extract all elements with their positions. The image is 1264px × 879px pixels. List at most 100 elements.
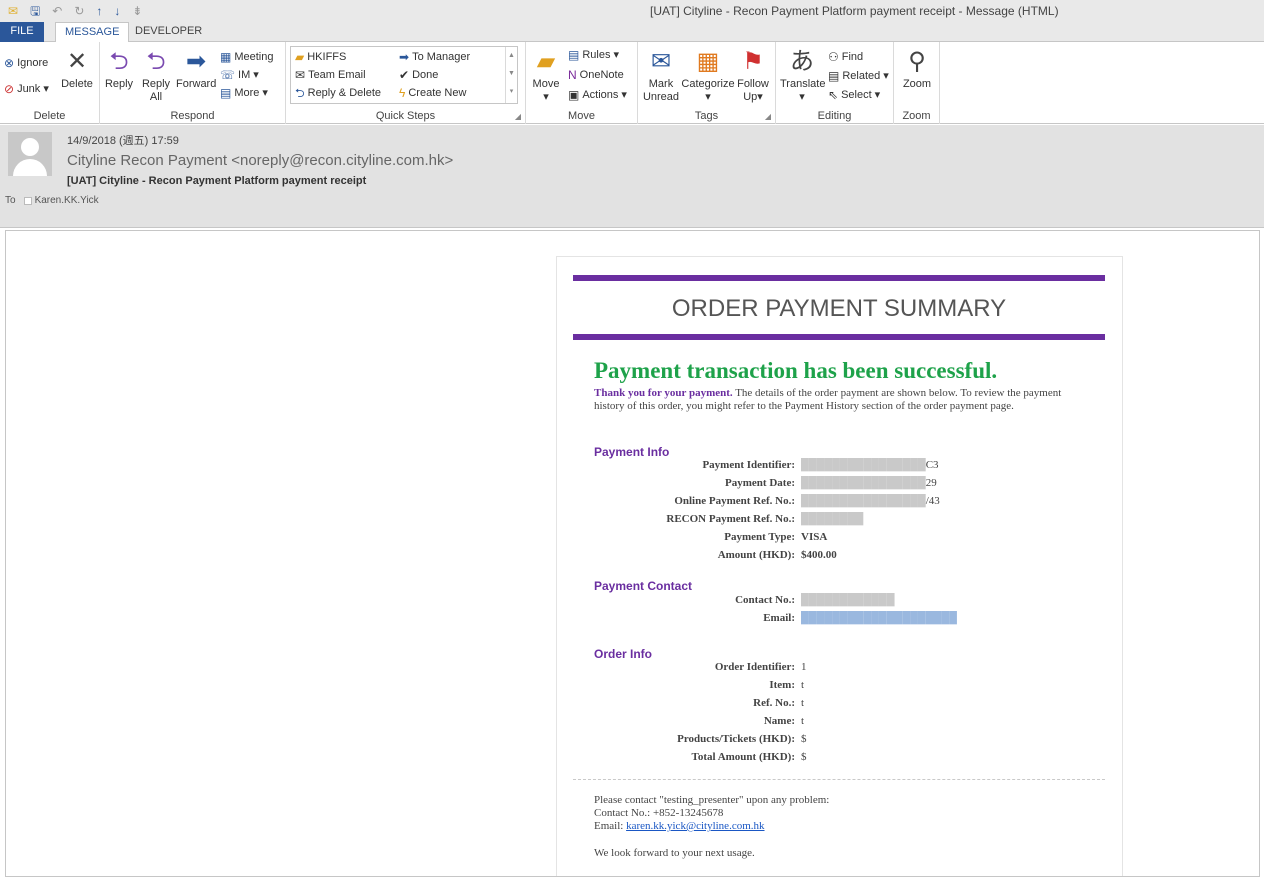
- rules-button[interactable]: ▤ Rules ▾: [568, 48, 619, 62]
- move-group: ▰ Move ▾ ▤ Rules ▾ N OneNote ▣ Actions ▾ Move: [526, 42, 638, 124]
- to-label: To: [5, 195, 16, 206]
- meeting-icon: ▦: [220, 50, 232, 64]
- junk-button[interactable]: ⊘ Junk ▾: [4, 82, 49, 96]
- quick-step-to-manager[interactable]: ➡ To Manager: [399, 50, 470, 64]
- avatar: [8, 132, 52, 176]
- quick-steps-launcher-icon[interactable]: ◢: [515, 112, 521, 121]
- ignore-button[interactable]: ⊗ Ignore: [4, 56, 48, 70]
- tags-group: ✉ Mark Unread ▦ Categorize ▾ ⚑ Follow Up▾…: [638, 42, 776, 124]
- email-icon: ✉: [295, 68, 306, 82]
- translate-button[interactable]: あ Translate ▾: [780, 46, 825, 104]
- rules-icon: ▤: [568, 48, 580, 62]
- translate-icon: あ: [790, 48, 814, 75]
- tags-group-label: Tags: [694, 110, 719, 122]
- forward-button[interactable]: ➡ Forward: [176, 46, 216, 91]
- footer-email-link[interactable]: karen.kk.yick@cityline.com.hk: [626, 820, 764, 832]
- tab-message[interactable]: MESSAGE: [55, 22, 130, 43]
- zoom-button[interactable]: ⚲ Zoom: [898, 46, 936, 91]
- email-card: ORDER PAYMENT SUMMARY Payment transactio…: [556, 256, 1123, 876]
- delete-group-label: Delete: [33, 110, 66, 122]
- tags-launcher-icon[interactable]: ◢: [765, 112, 771, 121]
- contact-email-link[interactable]: ████████████████████: [801, 612, 957, 624]
- recipient[interactable]: Karen.KK.Yick: [23, 195, 99, 206]
- quick-steps-scrollbar[interactable]: ▲ ▼ ▾: [505, 47, 517, 103]
- editing-group-label: Editing: [817, 110, 852, 122]
- actions-icon: ▣: [568, 88, 580, 102]
- recipient-presence-icon: [23, 196, 32, 205]
- zoom-group: ⚲ Zoom Zoom: [894, 42, 940, 124]
- categorize-button[interactable]: ▦ Categorize ▾: [680, 46, 736, 104]
- recipients: To Karen.KK.Yick: [5, 195, 99, 206]
- footer-contact-line: Please contact "testing_presenter" upon …: [594, 794, 830, 806]
- related-icon: ▤: [828, 69, 840, 83]
- move-folder-icon: ▰: [536, 48, 556, 75]
- footer-closing: We look forward to your next usage.: [594, 847, 755, 859]
- customize-toolbar-icon[interactable]: ⇟: [132, 2, 142, 20]
- payment-info-heading: Payment Info: [594, 445, 670, 459]
- related-button[interactable]: ▤ Related ▾: [828, 69, 889, 83]
- subject: [UAT] Cityline - Recon Payment Platform …: [67, 175, 367, 187]
- scroll-down-icon[interactable]: ▼: [506, 65, 517, 83]
- title-divider: [573, 334, 1105, 340]
- top-divider: [573, 275, 1105, 281]
- undo-icon[interactable]: ↶: [52, 2, 62, 20]
- footer-email-line: Email: karen.kk.yick@cityline.com.hk: [594, 820, 765, 832]
- tab-developer[interactable]: DEVELOPER: [126, 22, 211, 42]
- scroll-up-icon[interactable]: ▲: [506, 47, 517, 65]
- select-button[interactable]: ⇖ Select ▾: [828, 88, 880, 102]
- success-heading: Payment transaction has been successful.: [594, 358, 998, 383]
- meeting-button[interactable]: ▦ Meeting: [220, 50, 273, 64]
- sender[interactable]: Cityline Recon Payment <noreply@recon.ci…: [67, 152, 453, 169]
- quick-step-done[interactable]: ✔ Done: [399, 68, 438, 82]
- message-header: 14/9/2018 (週五) 17:59 Cityline Recon Paym…: [0, 125, 1264, 228]
- intro-text: Thank you for your payment. The details …: [594, 387, 1062, 412]
- quick-step-create-new[interactable]: ϟ Create New: [399, 86, 466, 100]
- reply-button[interactable]: ⮌ Reply: [104, 46, 134, 91]
- next-item-icon[interactable]: ↓: [114, 2, 120, 20]
- onenote-button[interactable]: N OneNote: [568, 68, 624, 82]
- quick-step-reply-delete[interactable]: ⮌ Reply & Delete: [295, 86, 381, 100]
- onenote-icon: N: [568, 68, 577, 82]
- message-body[interactable]: ORDER PAYMENT SUMMARY Payment transactio…: [5, 230, 1260, 877]
- mark-unread-icon: ✉: [650, 48, 672, 75]
- quick-step-team-email[interactable]: ✉ Team Email: [295, 68, 366, 82]
- zoom-group-label: Zoom: [902, 110, 931, 122]
- more-button[interactable]: ▤ More ▾: [220, 86, 268, 100]
- tab-file[interactable]: FILE: [0, 22, 44, 42]
- magnifier-icon: ⚲: [908, 48, 926, 75]
- delete-button[interactable]: ✕ Delete: [58, 46, 96, 91]
- quick-access-toolbar: ✉ 🖫 ↶ ↻ ↑ ↓ ⇟: [8, 2, 142, 20]
- cursor-icon: ⇖: [828, 88, 839, 102]
- actions-button[interactable]: ▣ Actions ▾: [568, 88, 627, 102]
- delete-icon: ✕: [66, 48, 88, 75]
- check-icon: ✔: [399, 68, 410, 82]
- follow-up-button[interactable]: ⚑ Follow Up▾: [736, 46, 770, 104]
- expand-gallery-icon[interactable]: ▾: [506, 83, 517, 101]
- more-icon: ▤: [220, 86, 232, 100]
- order-info-heading: Order Info: [594, 647, 653, 661]
- previous-item-icon[interactable]: ↑: [96, 2, 102, 20]
- move-button[interactable]: ▰ Move ▾: [530, 46, 562, 104]
- redo-icon[interactable]: ↻: [74, 2, 84, 20]
- delete-group: ⊗ Ignore ⊘ Junk ▾ ✕ Delete Delete: [0, 42, 100, 124]
- person-icon: [21, 138, 39, 156]
- ribbon-tabs: FILE MESSAGE DEVELOPER: [0, 22, 1264, 43]
- im-icon: ☏: [220, 68, 236, 82]
- sent-date: 14/9/2018 (週五) 17:59: [67, 135, 179, 147]
- im-button[interactable]: ☏ IM ▾: [220, 68, 259, 82]
- ribbon: ⊗ Ignore ⊘ Junk ▾ ✕ Delete Delete ⮌ Reply ⮌…: [0, 42, 1264, 124]
- reply-all-button[interactable]: ⮌ Reply All: [140, 46, 172, 104]
- quick-step-hkiffs[interactable]: ▰ HKIFFS: [295, 50, 346, 64]
- binoculars-icon: ⚇: [828, 50, 839, 64]
- editing-group: あ Translate ▾ ⚇ Find ▤ Related ▾ ⇖ Select ▾ Ed…: [776, 42, 894, 124]
- mark-unread-button[interactable]: ✉ Mark Unread: [642, 46, 680, 104]
- find-button[interactable]: ⚇ Find: [828, 50, 863, 64]
- footer-phone-line: Contact No.: +852-13245678: [594, 807, 724, 819]
- envelope-icon: ✉: [8, 4, 19, 18]
- folder-icon: ▰: [295, 50, 305, 64]
- flag-icon: ⚑: [742, 48, 764, 75]
- move-group-label: Move: [568, 110, 595, 122]
- title-bar: ✉ 🖫 ↶ ↻ ↑ ↓ ⇟ [UAT] Cityline - Recon Pay…: [0, 0, 1264, 22]
- save-icon[interactable]: 🖫: [30, 2, 40, 20]
- email-title: ORDER PAYMENT SUMMARY: [671, 295, 1007, 322]
